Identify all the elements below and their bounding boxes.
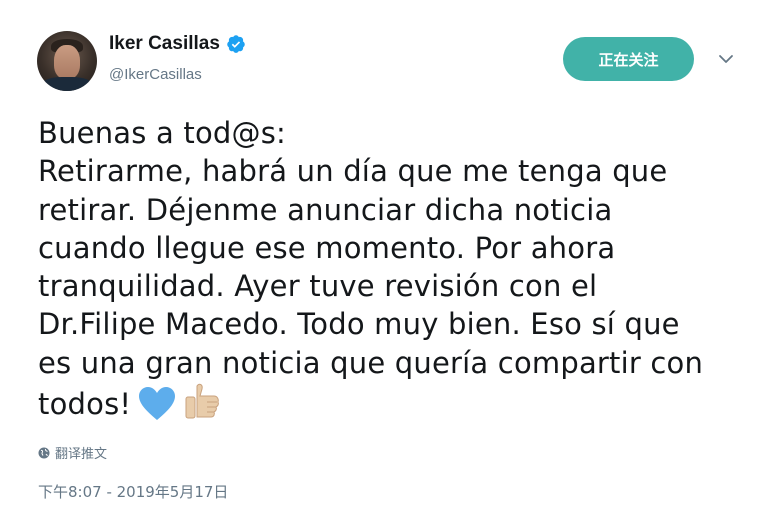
tweet-text: Buenas a tod@s: Retirarme, habrá un día … — [38, 114, 758, 423]
author-display-name[interactable]: Iker Casillas — [109, 33, 220, 55]
avatar-face — [54, 45, 80, 79]
blue-heart-icon — [139, 387, 176, 421]
translate-label[interactable]: 翻译推文 — [55, 443, 107, 462]
avatar[interactable] — [37, 31, 97, 91]
tweet-line: Buenas a tod@s: — [38, 116, 286, 150]
tweet-timestamp[interactable]: 下午8:07 - 2019年5月17日 — [38, 481, 228, 502]
globe-icon — [38, 447, 50, 458]
author-handle[interactable]: @IkerCasillas — [109, 66, 202, 83]
chevron-down-icon[interactable] — [718, 53, 734, 65]
verified-badge-icon — [227, 35, 245, 53]
tweet-line: es una gran noticia que quería compartir… — [38, 345, 704, 380]
tweet-line: todos! — [38, 387, 132, 422]
avatar-shirt — [41, 77, 93, 91]
translate-tweet-link[interactable]: 翻译推文 — [38, 443, 107, 462]
tweet-last-line: todos! — [38, 382, 758, 423]
tweet-line: Dr.Filipe Macedo. Todo muy bien. Eso sí … — [38, 307, 680, 342]
tweet-line: retirar. Déjenme anunciar dicha noticia — [38, 192, 613, 227]
following-button[interactable]: 正在关注 — [563, 37, 694, 81]
thumbs-up-icon — [185, 383, 220, 419]
author-name-row: Iker Casillas — [109, 33, 246, 55]
tweet-line: cuando llegue ese momento. Por ahora — [38, 230, 616, 265]
tweet-line: tranquilidad. Ayer tuve revisión con el — [38, 269, 598, 304]
tweet-line: Retirarme, habrá un día que me tenga que — [38, 154, 668, 189]
